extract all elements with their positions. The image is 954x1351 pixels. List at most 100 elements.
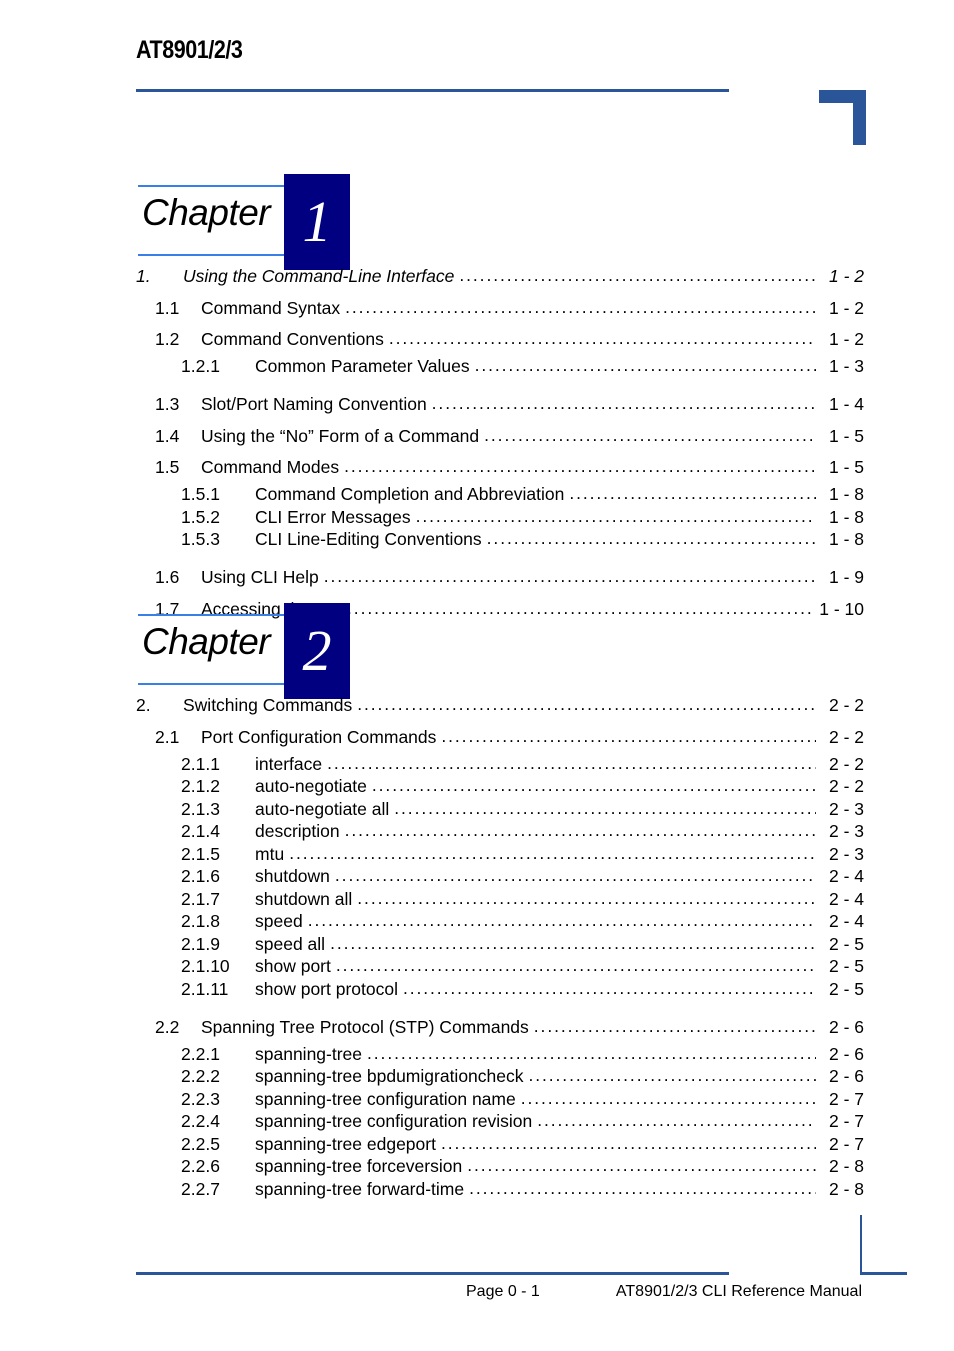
toc-entry[interactable]: 1.1 Command Syntax.......................…: [136, 293, 864, 325]
page-header: AT8901/2/3: [0, 0, 954, 145]
toc-entry-number: 1.2.1: [181, 356, 220, 376]
toc-entry[interactable]: 2.1 Port Configuration Commands..........…: [136, 722, 864, 754]
toc-entry[interactable]: 1.5.1 Command Completion and Abbreviation…: [136, 484, 864, 507]
toc-entry-number: 1.5.1: [181, 484, 220, 504]
toc-entry-page: 2 - 6: [828, 1066, 864, 1086]
toc-dot-leader: ........................................…: [484, 426, 816, 444]
toc-dot-leader: ........................................…: [327, 754, 816, 772]
toc-dot-leader: ........................................…: [344, 822, 816, 840]
footer-manual-title: AT8901/2/3 CLI Reference Manual: [615, 1283, 862, 1300]
toc-dot-leader: ........................................…: [520, 1089, 816, 1107]
toc-entry-label: Using the Command-Line Interface: [183, 266, 455, 286]
toc-entry-number: 1.5.3: [181, 529, 220, 549]
toc-entry[interactable]: 2.2.1 spanning-tree......................…: [136, 1043, 864, 1066]
toc-entry[interactable]: 2.2.6 spanning-tree forceversion.........…: [136, 1156, 864, 1179]
toc-entry[interactable]: 2.2.5 spanning-tree edgeport.............…: [136, 1133, 864, 1156]
toc-entry[interactable]: 1.4 Using the “No” Form of a Command.....…: [136, 421, 864, 453]
toc-dot-leader: ........................................…: [344, 458, 816, 476]
toc-entry[interactable]: 2.1.8 speed..............................…: [136, 911, 864, 934]
toc-entry-number: 2.1.5: [181, 843, 220, 864]
toc-entry-page: 2 - 7: [828, 1111, 864, 1131]
toc-entry[interactable]: 1.5.3 CLI Line-Editing Conventions.......…: [136, 529, 864, 552]
toc-entry[interactable]: 2. Switching Commands....................…: [136, 690, 864, 722]
toc-entry-number: 2.2: [155, 1016, 180, 1037]
toc-entry[interactable]: 2.1.6 shutdown...........................…: [136, 866, 864, 889]
toc-entry-page: 1 - 2: [828, 297, 864, 318]
toc-entry[interactable]: 1.6 Using CLI Help.......................…: [136, 562, 864, 594]
toc-entry-label: Command Conventions: [201, 329, 384, 349]
toc-entry-number: 2.2.6: [181, 1156, 220, 1176]
toc-entry-page: 2 - 6: [828, 1043, 864, 1064]
toc-list-chapter-2: 2. Switching Commands....................…: [0, 690, 954, 1201]
toc-dot-leader: ........................................…: [347, 599, 815, 617]
toc-entry-label: description: [255, 821, 340, 841]
chapter-heading-2: Chapter 2: [136, 603, 366, 699]
document-title: AT8901/2/3: [136, 36, 243, 64]
toc-entry-number: 2.2.2: [181, 1066, 220, 1086]
toc-entry[interactable]: 1.5 Command Modes........................…: [136, 452, 864, 484]
chapter-rule-top: [138, 614, 284, 616]
toc-entry[interactable]: 2.1.5 mtu................................…: [136, 843, 864, 866]
toc-entry-label: shutdown all: [255, 888, 353, 909]
toc-entry-number: 2.1.7: [181, 888, 220, 909]
toc-entry-label: CLI Line-Editing Conventions: [255, 529, 482, 549]
toc-spacer: [0, 378, 954, 389]
chapter-rule-bottom: [138, 254, 284, 256]
toc-entry-page: 2 - 4: [828, 888, 864, 909]
toc-entry[interactable]: 2.2.7 spanning-tree forward-time.........…: [136, 1178, 864, 1201]
toc-entry-label: auto-negotiate: [255, 776, 367, 796]
toc-dot-leader: ........................................…: [459, 267, 816, 285]
toc-entry-number: 2.1.1: [181, 753, 220, 774]
toc-entry[interactable]: 1.5.2 CLI Error Messages.................…: [136, 506, 864, 529]
toc-dot-leader: ........................................…: [334, 867, 816, 885]
toc-entry[interactable]: 2.1.4 description........................…: [136, 821, 864, 844]
toc-entry-page: 1 - 8: [828, 506, 864, 527]
corner-bracket-vertical-arm: [853, 90, 866, 145]
toc-entry[interactable]: 2.1.7 shutdown all.......................…: [136, 888, 864, 911]
footer-corner-bracket-icon: [860, 1215, 907, 1275]
toc-entry-number: 2.1.2: [181, 776, 220, 796]
toc-entry-page: 2 - 3: [828, 843, 864, 864]
toc-entry[interactable]: 2.2.3 spanning-tree configuration name...…: [136, 1088, 864, 1111]
toc-entry-label: speed all: [255, 933, 326, 954]
toc-entry[interactable]: 1. Using the Command-Line Interface......…: [136, 261, 864, 293]
footer-page-number: Page 0 - 1: [466, 1283, 540, 1300]
toc-entry-number: 2.2.7: [181, 1178, 220, 1199]
toc-entry[interactable]: 2.1.3 auto-negotiate all.................…: [136, 798, 864, 821]
toc-entry[interactable]: 2.1.10 show port.........................…: [136, 956, 864, 979]
toc-entry-label: Common Parameter Values: [255, 356, 470, 376]
chapter-number-label: 1: [302, 189, 332, 254]
toc-entry-label: shutdown: [255, 866, 330, 886]
toc-entry-label: Using CLI Help: [201, 567, 319, 587]
toc-entry-number: 2.1.9: [181, 933, 220, 954]
chapter-rule-top: [138, 185, 284, 187]
toc-entry[interactable]: 2.1.1 interface..........................…: [136, 753, 864, 776]
toc-entry[interactable]: 2.1.11 show port protocol................…: [136, 978, 864, 1001]
toc-entry[interactable]: 1.2 Command Conventions..................…: [136, 324, 864, 356]
toc-entry-number: 2.2.3: [181, 1088, 220, 1109]
toc-dot-leader: ........................................…: [357, 696, 816, 714]
toc-entry[interactable]: 1.3 Slot/Port Naming Convention..........…: [136, 389, 864, 421]
toc-dot-leader: ........................................…: [330, 934, 816, 952]
toc-entry-page: 2 - 6: [828, 1016, 864, 1037]
toc-entry-label: spanning-tree forward-time: [255, 1178, 465, 1199]
toc-entry-page: 1 - 4: [828, 394, 864, 414]
toc-entry-number: 1.5: [155, 457, 180, 477]
toc-dot-leader: ........................................…: [371, 777, 816, 795]
footer-bracket-vertical-arm: [860, 1215, 862, 1273]
toc-entry[interactable]: 2.1.2 auto-negotiate.....................…: [136, 776, 864, 799]
toc-entry-label: spanning-tree forceversion: [255, 1156, 463, 1176]
toc-entry[interactable]: 2.2.2 spanning-tree bpdumigrationcheck...…: [136, 1066, 864, 1089]
toc-entry[interactable]: 2.2 Spanning Tree Protocol (STP) Commands…: [136, 1012, 864, 1044]
toc-entry-page: 2 - 7: [828, 1133, 864, 1154]
toc-entry-page: 2 - 3: [828, 798, 864, 819]
toc-entry-label: Port Configuration Commands: [201, 726, 437, 747]
toc-entry-number: 2.1: [155, 726, 180, 747]
toc-entry-page: 2 - 2: [828, 753, 864, 774]
toc-dot-leader: ........................................…: [307, 912, 816, 930]
chapter-number-box: 2: [284, 603, 350, 699]
toc-entry[interactable]: 2.1.9 speed all..........................…: [136, 933, 864, 956]
toc-entry[interactable]: 2.2.4 spanning-tree configuration revisio…: [136, 1111, 864, 1134]
toc-entry[interactable]: 1.2.1 Common Parameter Values............…: [136, 356, 864, 379]
toc-dot-leader: ........................................…: [357, 889, 816, 907]
